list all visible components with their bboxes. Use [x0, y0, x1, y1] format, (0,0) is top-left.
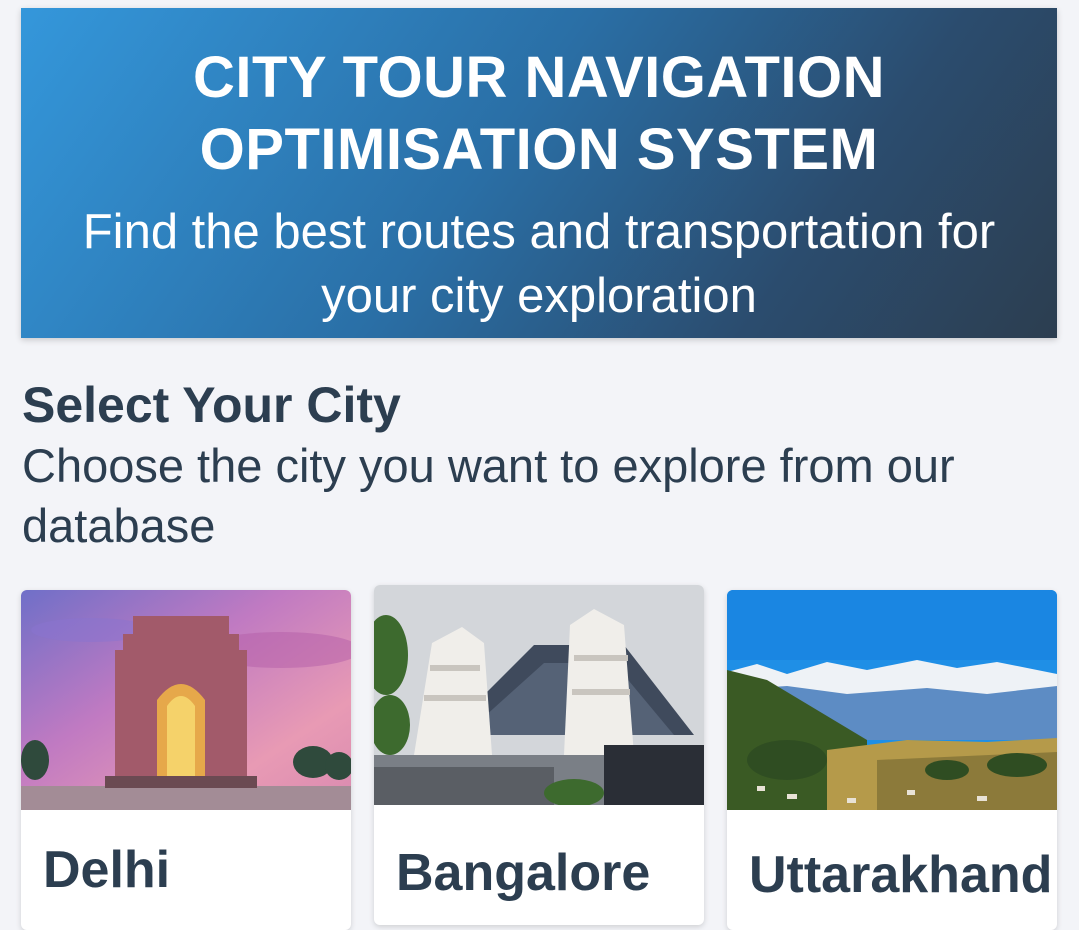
india-gate-image — [21, 590, 351, 810]
page-title: CITY TOUR NAVIGATION OPTIMISATION SYSTEM — [192, 45, 886, 182]
section-title: Select Your City — [22, 377, 401, 433]
section-subtitle: Choose the city you want to explore from… — [22, 439, 955, 552]
city-name: Delhi — [43, 841, 171, 899]
city-card-bangalore[interactable]: Bangalore — [374, 585, 704, 925]
city-name: Bangalore — [396, 844, 651, 902]
himalaya-mountains-image — [727, 590, 1057, 810]
hero-banner: CITY TOUR NAVIGATION OPTIMISATION SYSTEM… — [21, 8, 1057, 338]
city-card-delhi[interactable]: Delhi — [21, 590, 351, 930]
iskcon-temple-image — [374, 585, 704, 805]
city-card-uttarakhand[interactable]: Uttarakhand — [727, 590, 1057, 930]
city-name: Uttarakhand — [749, 846, 1053, 904]
page-subtitle: Find the best routes and transportation … — [82, 205, 996, 323]
